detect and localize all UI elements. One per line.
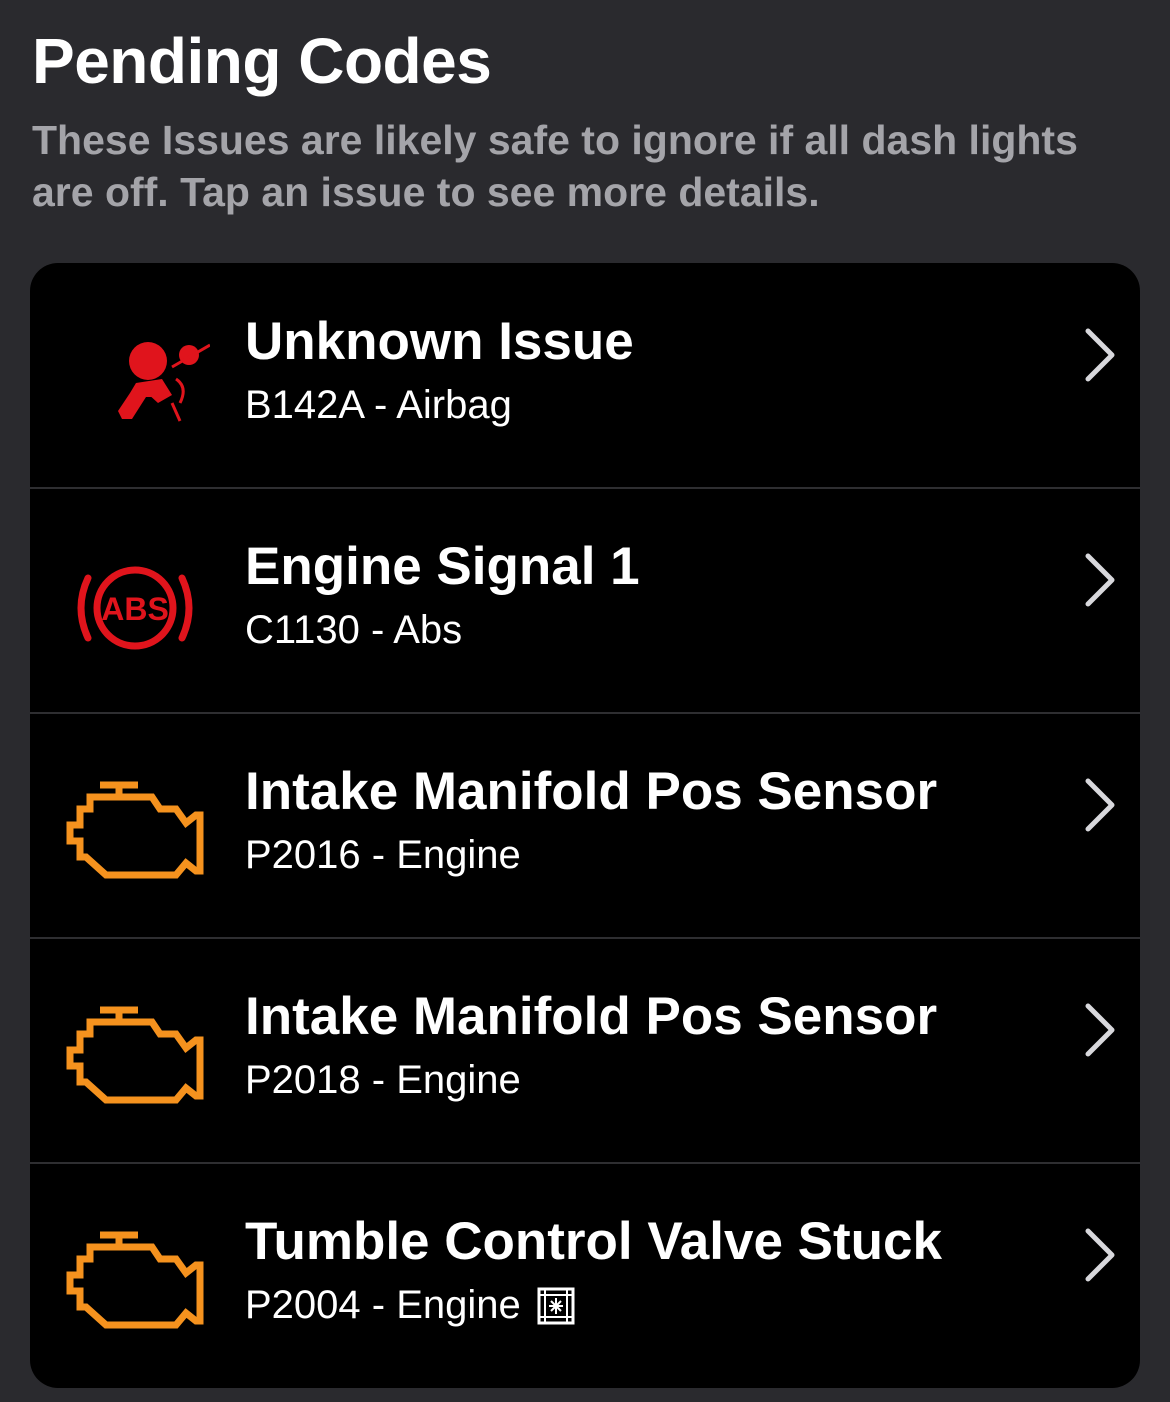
check-engine-icon xyxy=(60,998,210,1118)
issue-code: P2018 - Engine xyxy=(245,1058,521,1102)
issue-row-engine[interactable]: Intake Manifold Pos Sensor P2018 - Engin… xyxy=(30,937,1140,1163)
issue-row-engine[interactable]: Intake Manifold Pos Sensor P2016 - Engin… xyxy=(30,712,1140,938)
freeze-frame-icon xyxy=(537,1287,575,1325)
issue-code: P2004 - Engine xyxy=(245,1283,575,1328)
abs-icon: ABS xyxy=(60,548,210,668)
issue-code: P2016 - Engine xyxy=(245,833,521,877)
chevron-right-icon xyxy=(1080,325,1120,385)
issue-row-airbag[interactable]: Unknown Issue B142A - Airbag xyxy=(30,263,1140,488)
svg-text:ABS: ABS xyxy=(101,591,169,627)
airbag-icon xyxy=(60,323,210,443)
issue-title: Tumble Control Valve Stuck xyxy=(245,1212,942,1271)
page-subtitle: These Issues are likely safe to ignore i… xyxy=(32,117,1078,215)
chevron-right-icon xyxy=(1080,1000,1120,1060)
issue-title: Unknown Issue xyxy=(245,312,634,371)
issue-list: Unknown Issue B142A - Airbag ABS Engine … xyxy=(30,263,1140,1388)
chevron-right-icon xyxy=(1080,775,1120,835)
check-engine-icon xyxy=(60,1223,210,1343)
chevron-right-icon xyxy=(1080,1225,1120,1285)
chevron-right-icon xyxy=(1080,550,1120,610)
issue-title: Intake Manifold Pos Sensor xyxy=(245,987,938,1046)
issue-title: Intake Manifold Pos Sensor xyxy=(245,762,938,821)
page-title: Pending Codes xyxy=(32,25,492,97)
check-engine-icon xyxy=(60,773,210,893)
issue-code: B142A - Airbag xyxy=(245,383,512,427)
issue-code: C1130 - Abs xyxy=(245,608,463,652)
pending-codes-screen: Pending Codes These Issues are likely sa… xyxy=(0,0,1170,1402)
issue-row-engine[interactable]: Tumble Control Valve Stuck P2004 - Engin… xyxy=(30,1162,1140,1388)
issue-row-abs[interactable]: ABS Engine Signal 1 C1130 - Abs xyxy=(30,487,1140,713)
issue-title: Engine Signal 1 xyxy=(245,537,640,596)
